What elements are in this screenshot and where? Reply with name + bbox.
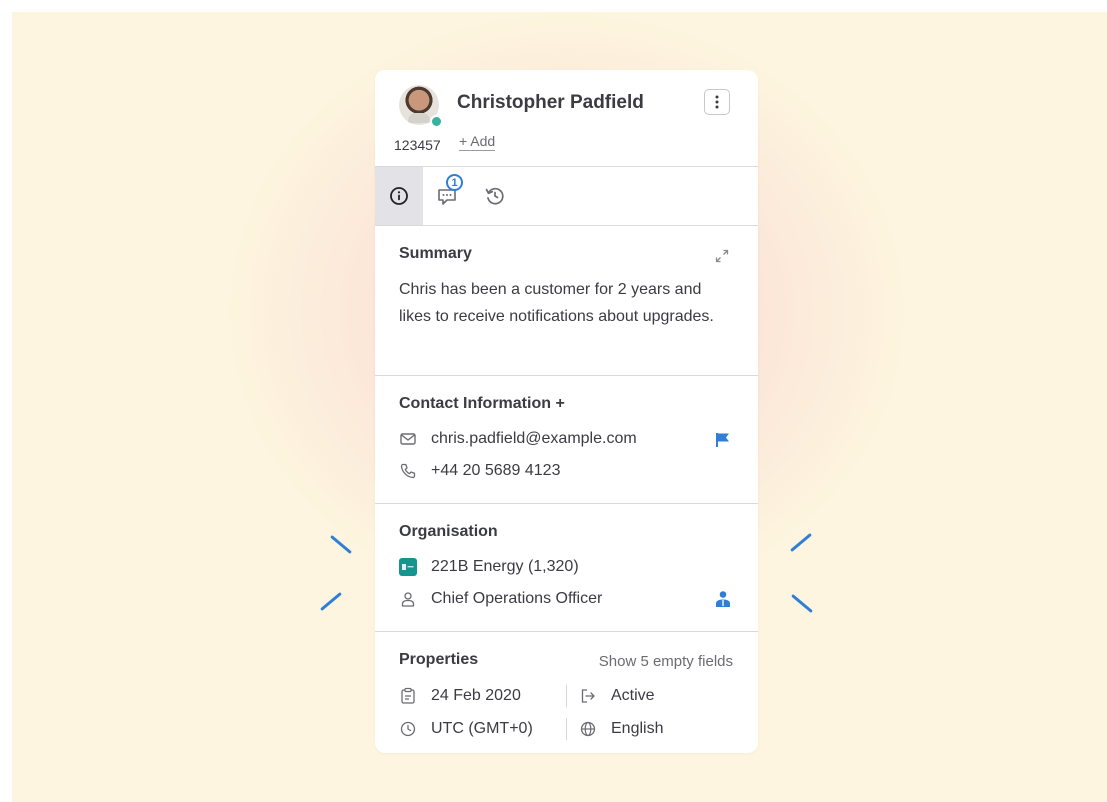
add-identifier-link[interactable]: + Add <box>459 133 496 151</box>
created-date-row: 24 Feb 2020 <box>399 685 521 707</box>
properties-title: Properties <box>399 651 479 668</box>
property-divider <box>566 718 567 740</box>
contact-id: 123457 <box>394 137 441 153</box>
contact-card: Christopher Padfield 123457 + Add 1 Summ… <box>375 70 758 753</box>
sign-in-icon <box>579 687 597 705</box>
phone-icon <box>399 462 417 480</box>
phone-text: +44 20 5689 4123 <box>431 462 561 479</box>
history-icon <box>485 187 504 205</box>
contact-info-title: Contact Information + <box>399 395 565 412</box>
phone-row[interactable]: +44 20 5689 4123 <box>399 460 560 482</box>
more-options-button[interactable] <box>704 89 730 115</box>
properties-section: Properties Show 5 empty fields 24 Feb 20… <box>375 632 758 753</box>
property-divider <box>566 685 567 707</box>
timezone-row: UTC (GMT+0) <box>399 718 533 740</box>
email-row[interactable]: chris.padfield@example.com <box>399 428 637 450</box>
language-row: English <box>579 718 663 740</box>
decorative-spark <box>791 593 813 614</box>
flag-icon[interactable] <box>714 431 732 449</box>
role-text: Chief Operations Officer <box>431 590 603 607</box>
info-icon <box>390 187 408 205</box>
language-text: English <box>611 720 664 737</box>
created-date-text: 24 Feb 2020 <box>431 687 521 704</box>
summary-text: Chris has been a customer for 2 years an… <box>399 281 714 325</box>
organisation-section: Organisation 221B Energy (1,320) Chief O… <box>375 504 758 632</box>
summary-title: Summary <box>399 245 472 262</box>
tab-history[interactable] <box>471 167 519 225</box>
tab-bar: 1 <box>375 167 758 226</box>
globe-icon <box>579 720 597 738</box>
contact-info-section: Contact Information + chris.padfield@exa… <box>375 376 758 504</box>
calendar-clipboard-icon <box>399 687 417 705</box>
unread-count-badge: 1 <box>446 174 463 191</box>
tab-info[interactable] <box>375 167 423 225</box>
person-icon <box>399 590 417 608</box>
email-text: chris.padfield@example.com <box>431 430 637 447</box>
company-text: 221B Energy (1,320) <box>431 558 579 575</box>
clock-icon <box>399 720 417 738</box>
company-logo-icon <box>399 558 417 576</box>
avatar-shirt <box>408 113 430 123</box>
kebab-icon <box>715 95 719 109</box>
decorative-spark <box>790 532 812 553</box>
timezone-text: UTC (GMT+0) <box>431 720 533 737</box>
decorative-spark <box>320 591 342 612</box>
role-row: Chief Operations Officer <box>399 588 602 610</box>
contact-header: Christopher Padfield 123457 + Add <box>375 70 758 167</box>
summary-section: Summary Chris has been a customer for 2 … <box>375 226 758 376</box>
org-chart-icon[interactable] <box>714 590 732 608</box>
show-empty-fields-link[interactable]: Show 5 empty fields <box>599 653 733 670</box>
mail-icon <box>399 430 417 448</box>
avatar[interactable] <box>399 85 443 128</box>
decorative-spark <box>330 534 352 555</box>
expand-icon[interactable] <box>713 247 731 265</box>
company-row[interactable]: 221B Energy (1,320) <box>399 556 579 578</box>
status-row: Active <box>579 685 655 707</box>
tab-conversations[interactable] <box>423 167 471 225</box>
contact-name: Christopher Padfield <box>457 92 644 113</box>
online-status-dot <box>430 115 443 128</box>
organisation-title: Organisation <box>399 523 498 540</box>
status-text: Active <box>611 687 655 704</box>
